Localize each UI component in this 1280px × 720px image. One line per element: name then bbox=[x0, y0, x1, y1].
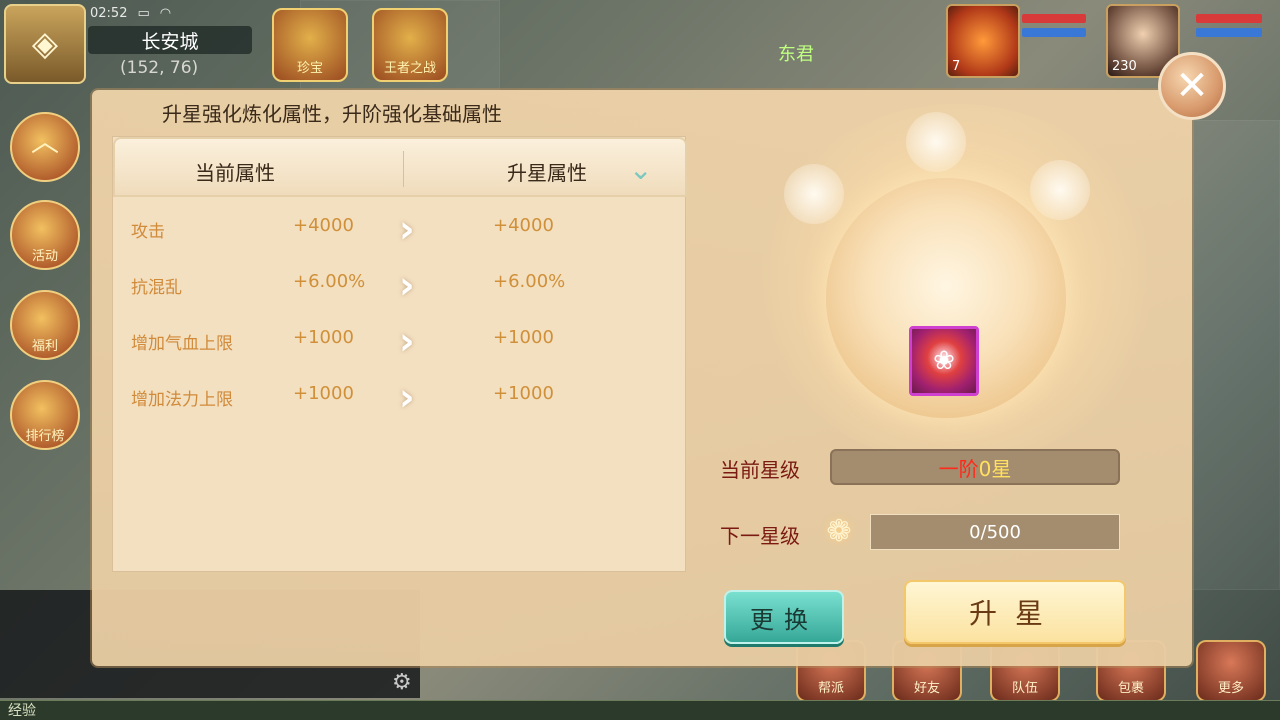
clock-text: 02:52 bbox=[90, 5, 128, 21]
npc-name[interactable]: 东君 bbox=[778, 40, 814, 66]
attribute-name: 攻击 bbox=[131, 222, 165, 242]
friends-button-label: 好友 bbox=[913, 681, 940, 696]
pet-mp-bar bbox=[1022, 28, 1086, 37]
attribute-name: 抗混乱 bbox=[131, 278, 182, 298]
attribute-name: 增加法力上限 bbox=[131, 390, 233, 410]
chevron-up-icon: ︿ bbox=[30, 125, 59, 158]
equipment-bracelet-icon[interactable]: ❀ bbox=[909, 326, 979, 396]
gear-icon[interactable]: ⚙ bbox=[392, 670, 412, 695]
arrow-right-icon: › bbox=[399, 375, 415, 419]
coordinates: (152, 76) bbox=[120, 58, 199, 78]
panel-title: 升星强化炼化属性，升阶强化基础属性 bbox=[162, 102, 502, 126]
pet-level: 7 bbox=[952, 59, 961, 74]
arrow-right-icon: › bbox=[399, 263, 415, 307]
attribute-next-value: +6.00% bbox=[493, 271, 566, 292]
pet-portrait[interactable]: 7 bbox=[946, 4, 1020, 78]
attribute-next-value: +1000 bbox=[493, 383, 554, 404]
status-bar: 02:52 ▭ ◠ bbox=[90, 4, 171, 22]
attribute-table-header: 当前属性 升星属性 ⌄ bbox=[113, 137, 687, 197]
hero-mp-bar bbox=[1196, 28, 1262, 37]
column-upstar-attributes: 升星属性 bbox=[507, 161, 587, 185]
king-battle-button-label: 王者之战 bbox=[383, 61, 436, 76]
lotus-material-icon[interactable]: ❁ bbox=[812, 512, 866, 550]
more-button[interactable]: 更多 bbox=[1196, 640, 1266, 702]
attribute-next-value: +4000 bbox=[493, 215, 554, 236]
arrow-right-icon: › bbox=[399, 207, 415, 251]
star-count-text: 0星 bbox=[978, 456, 1012, 481]
bg-building bbox=[1190, 120, 1280, 590]
king-battle-button[interactable]: 王者之战 bbox=[372, 8, 448, 82]
ranking-button[interactable]: 排行榜 bbox=[10, 380, 80, 450]
exp-label: 经验 bbox=[8, 703, 36, 719]
orb-light bbox=[784, 164, 844, 224]
star-progress-bar: 0/500 bbox=[870, 514, 1120, 550]
welfare-button-label: 福利 bbox=[31, 339, 58, 354]
treasure-button-label: 珍宝 bbox=[296, 61, 323, 76]
hero-hp-bar bbox=[1196, 14, 1262, 23]
activity-button-label: 活动 bbox=[31, 249, 58, 264]
attribute-current-value: +1000 bbox=[293, 383, 354, 404]
current-star-value: 一阶 0星 bbox=[830, 449, 1120, 485]
attribute-name: 增加气血上限 bbox=[131, 334, 233, 354]
attribute-current-value: +4000 bbox=[293, 215, 354, 236]
current-star-label: 当前星级 bbox=[720, 458, 800, 482]
star-progress-text: 0/500 bbox=[969, 521, 1021, 543]
attribute-current-value: +6.00% bbox=[293, 271, 366, 292]
pet-hp-bar bbox=[1022, 14, 1086, 23]
upstar-button[interactable]: 升星 bbox=[904, 580, 1126, 644]
guild-button-label: 帮派 bbox=[817, 681, 844, 696]
attribute-row: 攻击 +4000 › +4000 bbox=[113, 201, 687, 257]
map-icon[interactable]: ◈ bbox=[4, 4, 86, 84]
collapse-button[interactable]: ︿ bbox=[10, 112, 80, 182]
attribute-current-value: +1000 bbox=[293, 327, 354, 348]
city-name[interactable]: 长安城 bbox=[88, 26, 252, 54]
more-button-label: 更多 bbox=[1217, 681, 1244, 696]
attribute-row: 抗混乱 +6.00% › +6.00% bbox=[113, 257, 687, 313]
orb-light bbox=[1030, 160, 1090, 220]
attribute-next-value: +1000 bbox=[493, 327, 554, 348]
battery-icon: ▭ bbox=[137, 5, 150, 21]
attribute-row: 增加法力上限 +1000 › +1000 bbox=[113, 369, 687, 425]
orb-light bbox=[906, 112, 966, 172]
arrow-right-icon: › bbox=[399, 319, 415, 363]
hero-level: 230 bbox=[1112, 59, 1137, 74]
chevron-down-icon[interactable]: ⌄ bbox=[629, 153, 652, 186]
activity-button[interactable]: 活动 bbox=[10, 200, 80, 270]
ranking-button-label: 排行榜 bbox=[25, 429, 65, 444]
welfare-button[interactable]: 福利 bbox=[10, 290, 80, 360]
attribute-row: 增加气血上限 +1000 › +1000 bbox=[113, 313, 687, 369]
wifi-icon: ◠ bbox=[159, 5, 172, 21]
bag-button-label: 包裹 bbox=[1117, 681, 1144, 696]
star-tier-text: 一阶 bbox=[938, 456, 979, 481]
close-icon[interactable]: ✕ bbox=[1158, 52, 1226, 120]
team-button-label: 队伍 bbox=[1011, 681, 1038, 696]
header-divider bbox=[403, 151, 404, 187]
column-current-attributes: 当前属性 bbox=[195, 161, 275, 185]
exp-bar bbox=[0, 700, 1280, 720]
change-equipment-button[interactable]: 更换 bbox=[724, 590, 844, 644]
next-star-label: 下一星级 bbox=[720, 524, 800, 548]
treasure-button[interactable]: 珍宝 bbox=[272, 8, 348, 82]
attribute-table: 当前属性 升星属性 ⌄ 攻击 +4000 › +4000 抗混乱 +6.00% … bbox=[112, 136, 687, 572]
